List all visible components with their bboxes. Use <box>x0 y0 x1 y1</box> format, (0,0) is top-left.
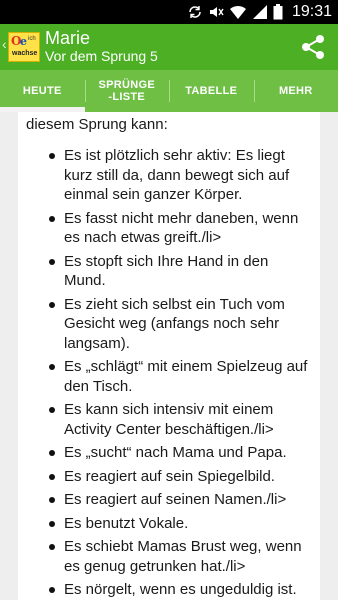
list-item: Es „sucht“ nach Mama und Papa. <box>18 443 320 463</box>
list-item: Es benutzt Vokale. <box>18 514 320 534</box>
status-time: 19:31 <box>291 3 332 20</box>
page-subtitle: Vor dem Sprung 5 <box>45 48 158 64</box>
status-bar: 19:31 <box>0 0 338 24</box>
page-title: Marie <box>45 28 91 48</box>
tab-label: HEUTE <box>22 85 62 97</box>
mute-icon <box>209 7 224 17</box>
signal-icon <box>252 5 267 19</box>
share-icon[interactable] <box>300 34 326 60</box>
app-logo[interactable]: O e ich wachse <box>8 32 40 62</box>
tab-mehr[interactable]: MEHR <box>253 70 338 112</box>
intro-text: diesem Sprung kann: <box>26 116 168 133</box>
status-icons: 19:31 <box>187 0 332 24</box>
wifi-icon <box>229 5 246 19</box>
tab-label: MEHR <box>278 85 313 97</box>
list-item: Es reagiert auf seinen Namen./li> <box>18 490 320 510</box>
up-caret-icon[interactable]: ‹ <box>2 36 7 52</box>
content-card[interactable]: diesem Sprung kann: Es ist plötzlich seh… <box>18 112 320 600</box>
list-item: Es kann sich intensiv mit einem Activity… <box>18 400 320 439</box>
tab-heute[interactable]: HEUTE <box>0 70 85 112</box>
tab-label: SPRÜNGE -LISTE <box>98 79 155 103</box>
tab-spruenge-liste[interactable]: SPRÜNGE -LISTE <box>84 70 170 112</box>
sync-icon <box>189 6 201 18</box>
action-bar: ‹ O e ich wachse Marie Vor dem Sprung 5 <box>0 24 338 70</box>
list-item: Es nörgelt, wenn es ungeduldig ist. <box>18 580 320 600</box>
tab-label: TABELLE <box>185 85 238 97</box>
list-item: Es zieht sich selbst ein Tuch vom Gesich… <box>18 295 320 354</box>
list-item: Es ist plötzlich sehr aktiv: Es liegt ku… <box>18 146 320 205</box>
tab-tabelle[interactable]: TABELLE <box>169 70 254 112</box>
battery-icon <box>273 4 283 20</box>
list-item: Es reagiert auf sein Spiegelbild. <box>18 467 320 487</box>
list-item: Es fasst nicht mehr daneben, wenn es nac… <box>18 209 320 248</box>
skills-list: Es ist plötzlich sehr aktiv: Es liegt ku… <box>18 146 320 600</box>
list-item: Es schiebt Mamas Brust weg, wenn es genu… <box>18 537 320 576</box>
list-item: Es stopft sich Ihre Hand in den Mund. <box>18 252 320 291</box>
tab-bar: HEUTE SPRÜNGE -LISTE TABELLE MEHR <box>0 70 338 112</box>
list-item: Es „schlägt“ mit einem Spielzeug auf den… <box>18 357 320 396</box>
